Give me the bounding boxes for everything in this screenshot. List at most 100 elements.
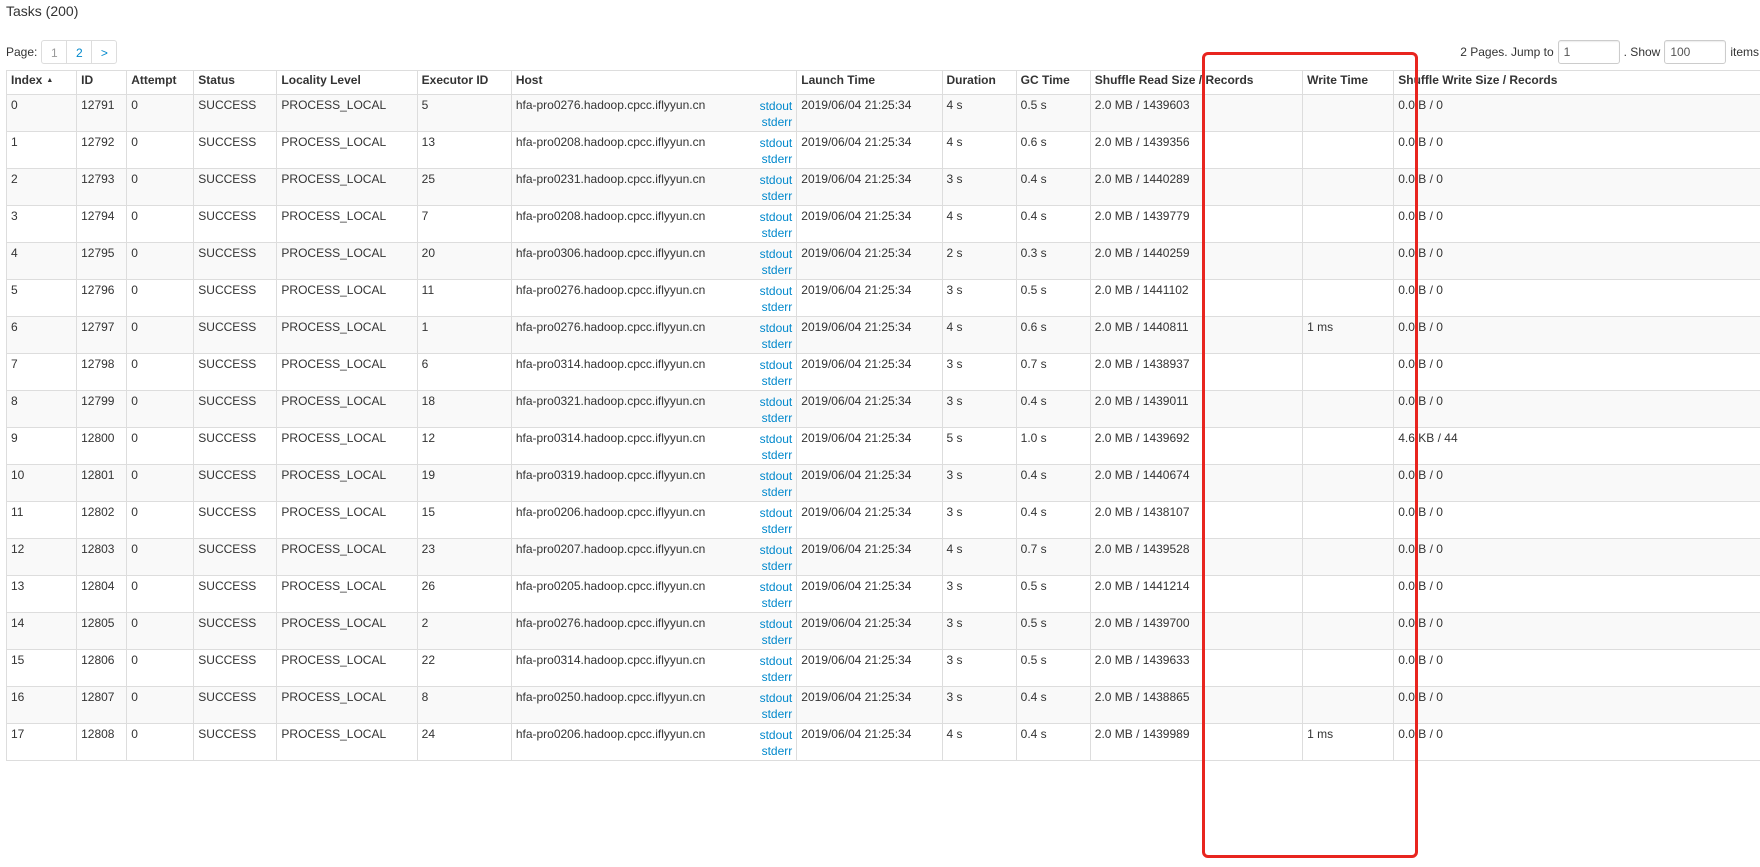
column-header-launch-time[interactable]: Launch Time: [796, 70, 943, 95]
stdout-link[interactable]: stdout: [760, 135, 793, 151]
cell-executor-id: 7: [416, 205, 512, 243]
cell-shuffle-write: 0.0 B / 0: [1393, 575, 1760, 613]
column-header-shuffle-read[interactable]: Shuffle Read Size / Records: [1089, 70, 1304, 95]
stdout-link[interactable]: stdout: [760, 579, 793, 595]
host-name: hfa-pro0314.hadoop.cpcc.iflyyun.cn: [515, 653, 706, 667]
stderr-link[interactable]: stderr: [760, 225, 793, 241]
column-header-id[interactable]: ID: [76, 70, 128, 95]
stderr-link[interactable]: stderr: [760, 410, 793, 426]
cell-shuffle-read: 2.0 MB / 1439700: [1089, 612, 1304, 650]
cell-launch-time: 2019/06/04 21:25:34: [796, 353, 943, 391]
cell-gc-time: 1.0 s: [1015, 427, 1091, 465]
cell-duration: 4 s: [941, 723, 1017, 761]
stderr-link[interactable]: stderr: [760, 151, 793, 167]
stdout-link[interactable]: stdout: [760, 505, 793, 521]
column-header-write-time[interactable]: Write Time: [1302, 70, 1395, 95]
cell-shuffle-write: 0.0 B / 0: [1393, 94, 1760, 132]
cell-shuffle-read: 2.0 MB / 1439633: [1089, 649, 1304, 687]
log-links: stdout stderr: [760, 505, 793, 537]
cell-id: 12807: [76, 686, 128, 724]
cell-shuffle-write: 0.0 B / 0: [1393, 279, 1760, 317]
cell-attempt: 0: [126, 649, 195, 687]
jump-to-page-input[interactable]: [1557, 40, 1620, 64]
cell-index: 8: [5, 390, 78, 428]
stdout-link[interactable]: stdout: [760, 431, 793, 447]
cell-duration: 3 s: [941, 168, 1017, 206]
stderr-link[interactable]: stderr: [760, 743, 793, 759]
cell-locality-level: PROCESS_LOCAL: [276, 353, 418, 391]
column-header-shuffle-write[interactable]: Shuffle Write Size / Records: [1393, 70, 1760, 95]
next-page-button[interactable]: >: [91, 40, 118, 64]
stdout-link[interactable]: stdout: [760, 616, 793, 632]
stdout-link[interactable]: stdout: [760, 653, 793, 669]
stdout-link[interactable]: stdout: [760, 98, 793, 114]
stdout-link[interactable]: stdout: [760, 172, 793, 188]
column-header-gc-time[interactable]: GC Time: [1015, 70, 1091, 95]
cell-attempt: 0: [126, 242, 195, 280]
stdout-link[interactable]: stdout: [760, 320, 793, 336]
stdout-link[interactable]: stdout: [760, 727, 793, 743]
pagination-label: Page:: [6, 45, 38, 59]
stderr-link[interactable]: stderr: [760, 373, 793, 389]
stderr-link[interactable]: stderr: [760, 114, 793, 130]
cell-gc-time: 0.4 s: [1015, 501, 1091, 539]
cell-executor-id: 6: [416, 353, 512, 391]
stdout-link[interactable]: stdout: [760, 542, 793, 558]
stdout-link[interactable]: stdout: [760, 690, 793, 706]
cell-gc-time: 0.4 s: [1015, 205, 1091, 243]
log-links: stdout stderr: [760, 283, 793, 315]
cell-index: 12: [5, 538, 78, 576]
stdout-link[interactable]: stdout: [760, 209, 793, 225]
cell-host: hfa-pro0321.hadoop.cpcc.iflyyun.cn stdou…: [510, 390, 798, 428]
cell-attempt: 0: [126, 686, 195, 724]
cell-duration: 3 s: [941, 353, 1017, 391]
cell-locality-level: PROCESS_LOCAL: [276, 316, 418, 354]
host-name: hfa-pro0321.hadoop.cpcc.iflyyun.cn: [515, 394, 706, 408]
cell-executor-id: 22: [416, 649, 512, 687]
cell-gc-time: 0.5 s: [1015, 94, 1091, 132]
stderr-link[interactable]: stderr: [760, 558, 793, 574]
column-header-host[interactable]: Host: [510, 70, 798, 95]
stdout-link[interactable]: stdout: [760, 394, 793, 410]
cell-gc-time: 0.7 s: [1015, 538, 1091, 576]
stderr-link[interactable]: stderr: [760, 188, 793, 204]
cell-id: 12798: [76, 353, 128, 391]
cell-locality-level: PROCESS_LOCAL: [276, 131, 418, 169]
stderr-link[interactable]: stderr: [760, 521, 793, 537]
column-header-attempt[interactable]: Attempt: [126, 70, 195, 95]
stdout-link[interactable]: stdout: [760, 468, 793, 484]
stderr-link[interactable]: stderr: [760, 484, 793, 500]
page-link-1[interactable]: 1: [41, 40, 68, 64]
log-links: stdout stderr: [760, 394, 793, 426]
page-link-2[interactable]: 2: [66, 40, 93, 64]
table-row: 13 12804 0 SUCCESS PROCESS_LOCAL 26 hfa-…: [5, 575, 1760, 613]
column-header-status[interactable]: Status: [193, 70, 278, 95]
stderr-link[interactable]: stderr: [760, 595, 793, 611]
host-name: hfa-pro0208.hadoop.cpcc.iflyyun.cn: [515, 135, 706, 149]
stderr-link[interactable]: stderr: [760, 669, 793, 685]
cell-id: 12792: [76, 131, 128, 169]
stderr-link[interactable]: stderr: [760, 632, 793, 648]
table-row: 11 12802 0 SUCCESS PROCESS_LOCAL 15 hfa-…: [5, 501, 1760, 539]
column-header-locality-level[interactable]: Locality Level: [276, 70, 418, 95]
stdout-link[interactable]: stdout: [760, 283, 793, 299]
stderr-link[interactable]: stderr: [760, 336, 793, 352]
cell-status: SUCCESS: [193, 131, 278, 169]
stderr-link[interactable]: stderr: [760, 706, 793, 722]
table-row: 9 12800 0 SUCCESS PROCESS_LOCAL 12 hfa-p…: [5, 427, 1760, 465]
stdout-link[interactable]: stdout: [760, 246, 793, 262]
stderr-link[interactable]: stderr: [760, 447, 793, 463]
table-row: 10 12801 0 SUCCESS PROCESS_LOCAL 19 hfa-…: [5, 464, 1760, 502]
stderr-link[interactable]: stderr: [760, 299, 793, 315]
page-size-input[interactable]: [1664, 40, 1727, 64]
column-header-index[interactable]: Index ▲: [5, 70, 78, 95]
table-row: 6 12797 0 SUCCESS PROCESS_LOCAL 1 hfa-pr…: [5, 316, 1760, 354]
cell-duration: 3 s: [941, 649, 1017, 687]
cell-index: 3: [5, 205, 78, 243]
column-header-executor-id[interactable]: Executor ID: [416, 70, 512, 95]
column-header-duration[interactable]: Duration: [941, 70, 1017, 95]
cell-launch-time: 2019/06/04 21:25:34: [796, 538, 943, 576]
stderr-link[interactable]: stderr: [760, 262, 793, 278]
stdout-link[interactable]: stdout: [760, 357, 793, 373]
cell-host: hfa-pro0208.hadoop.cpcc.iflyyun.cn stdou…: [510, 131, 798, 169]
